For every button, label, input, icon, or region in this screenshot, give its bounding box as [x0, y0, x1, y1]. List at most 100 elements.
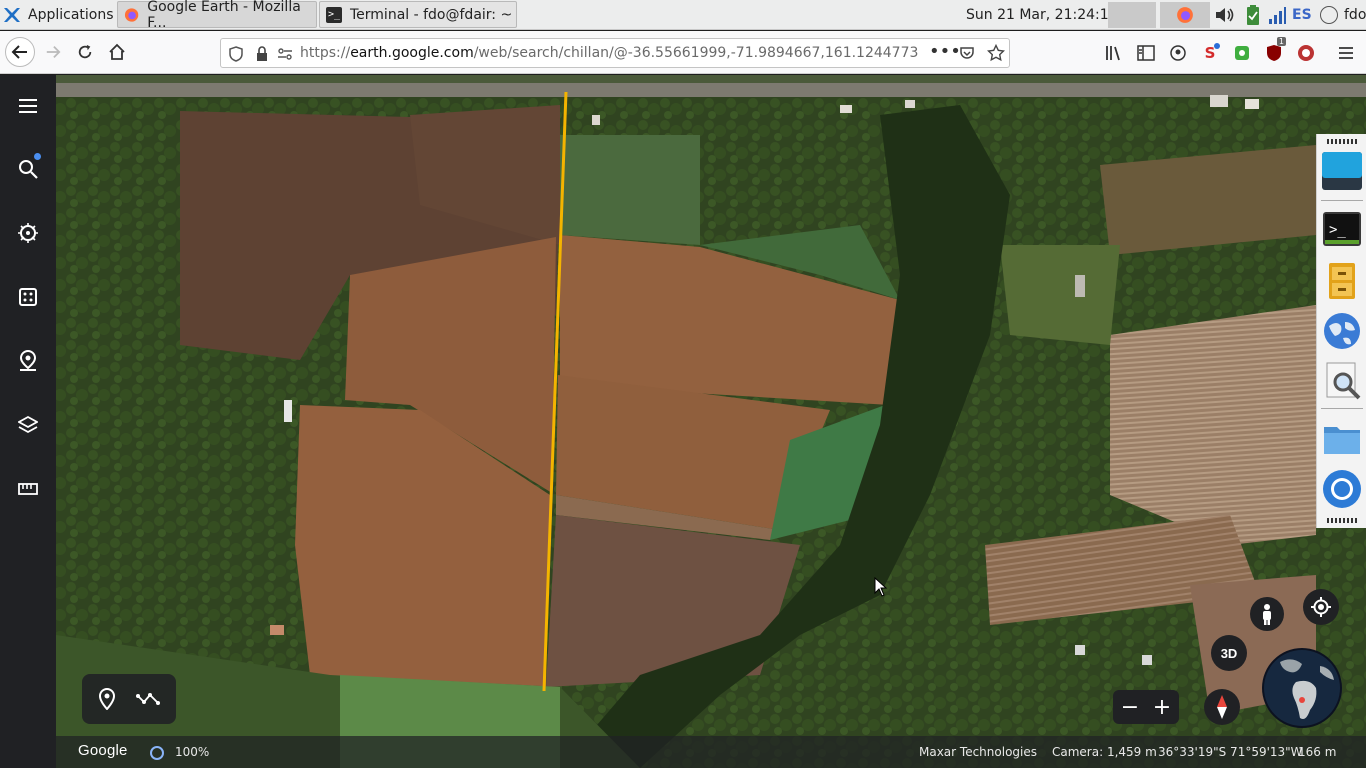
- dock-file-cabinet[interactable]: [1321, 260, 1363, 302]
- map-style-icon: [18, 415, 38, 434]
- mouse-cursor-icon: [874, 577, 888, 597]
- volume-icon[interactable]: [1214, 4, 1236, 26]
- dock-folder[interactable]: [1321, 418, 1363, 460]
- projects-button[interactable]: [12, 345, 44, 377]
- battery-icon[interactable]: [1242, 4, 1264, 26]
- add-path-button[interactable]: [136, 687, 160, 711]
- keyboard-layout[interactable]: ES: [1292, 0, 1312, 30]
- home-button[interactable]: [102, 37, 132, 67]
- menu-icon: [19, 99, 37, 113]
- terminal-icon: >_: [326, 6, 342, 23]
- extension-s-icon[interactable]: S: [1200, 43, 1220, 63]
- xfce-logo-icon: [4, 8, 20, 22]
- extension-globe-icon[interactable]: [1296, 43, 1316, 63]
- clock-highlight: [1108, 2, 1156, 28]
- user-icon: [1320, 6, 1338, 24]
- signal-icon[interactable]: [1266, 4, 1288, 26]
- applications-label: Applications: [28, 7, 114, 23]
- globe-minimap[interactable]: [1262, 648, 1342, 728]
- dock-terminal[interactable]: >_: [1321, 208, 1363, 250]
- reload-button[interactable]: [70, 37, 100, 67]
- measure-button[interactable]: [12, 473, 44, 505]
- chromium-icon: [1323, 470, 1361, 508]
- cursor-coordinates: 36°33'19"S 71°59'13"W: [1158, 745, 1303, 759]
- my-location-button[interactable]: [1303, 589, 1339, 625]
- user-name: fdo: [1344, 7, 1366, 23]
- satellite-imagery[interactable]: [0, 75, 1366, 768]
- earth-sidebar: [0, 75, 56, 768]
- desktop-dock: >_: [1316, 134, 1366, 528]
- projects-icon: [19, 350, 37, 371]
- page-actions-button[interactable]: •••: [929, 41, 961, 62]
- menu-button[interactable]: [12, 90, 44, 122]
- zoom-controls: − +: [1113, 690, 1179, 724]
- measure-icon: [18, 483, 38, 495]
- pegman-icon: [1250, 597, 1284, 631]
- feeling-lucky-icon: [19, 288, 37, 306]
- map-style-button[interactable]: [12, 409, 44, 441]
- add-placemark-button[interactable]: [95, 687, 119, 711]
- url-bar[interactable]: https://earth.google.com/web/search/chil…: [220, 38, 1010, 68]
- firefox-icon: [124, 7, 139, 22]
- account-icon[interactable]: [1168, 43, 1188, 63]
- back-button[interactable]: [5, 37, 35, 67]
- browser-toolbar: https://earth.google.com/web/search/chil…: [0, 31, 1366, 74]
- file-cabinet-icon: [1329, 263, 1355, 299]
- os-taskbar: Applications : Google Earth - Mozilla F.…: [0, 0, 1366, 31]
- applications-menu[interactable]: Applications :: [2, 0, 121, 30]
- url-text[interactable]: https://earth.google.com/web/search/chil…: [300, 45, 930, 61]
- compass-icon: [1217, 695, 1227, 719]
- zoom-in-button[interactable]: +: [1147, 692, 1177, 722]
- firefox-icon: [1177, 7, 1193, 23]
- google-logo: Google: [78, 742, 128, 759]
- svg-text:>_: >_: [1329, 222, 1346, 238]
- bookmark-star-icon[interactable]: [987, 44, 1005, 62]
- scale-indicator[interactable]: 166 m: [1298, 745, 1336, 759]
- home-icon: [109, 43, 125, 60]
- feeling-lucky-button[interactable]: [12, 281, 44, 313]
- earth-viewport[interactable]: 3D − + Google 100% Maxar Technologies Ca…: [0, 75, 1366, 768]
- taskbar-window-firefox[interactable]: Google Earth - Mozilla F...: [117, 0, 317, 31]
- loading-percent: 100%: [175, 745, 210, 759]
- dock-chromium[interactable]: [1321, 468, 1363, 510]
- sidebar-icon[interactable]: [1136, 43, 1156, 63]
- tracking-shield-icon[interactable]: [229, 46, 243, 62]
- toggle-3d-button[interactable]: 3D: [1211, 635, 1247, 671]
- library-icon[interactable]: [1104, 43, 1124, 63]
- arrow-left-icon: [11, 45, 27, 59]
- pocket-icon[interactable]: [959, 45, 975, 61]
- lock-icon[interactable]: [255, 46, 269, 62]
- drawing-tools: [82, 674, 176, 724]
- dock-grip-top[interactable]: [1327, 139, 1357, 144]
- tray-firefox[interactable]: [1160, 2, 1210, 28]
- user-menu[interactable]: fdo: [1320, 0, 1366, 30]
- window-title: Terminal - fdo@fdair: ~: [350, 6, 513, 23]
- compass-button[interactable]: [1204, 689, 1240, 725]
- globe-icon: [1264, 650, 1340, 726]
- street-view-button[interactable]: [1249, 596, 1285, 632]
- voyager-icon: [18, 223, 38, 243]
- dock-show-desktop[interactable]: [1321, 150, 1363, 192]
- notification-dot: [34, 153, 41, 160]
- extension-puzzle-icon[interactable]: [1232, 43, 1252, 63]
- dock-separator: [1321, 408, 1363, 409]
- loading-indicator-icon: [150, 746, 164, 760]
- taskbar-window-terminal[interactable]: >_ Terminal - fdo@fdair: ~: [319, 1, 517, 28]
- web-browser-icon: [1324, 313, 1360, 349]
- clock[interactable]: Sun 21 Mar, 21:24:11: [966, 0, 1118, 30]
- voyager-button[interactable]: [12, 217, 44, 249]
- zoom-out-button[interactable]: −: [1115, 692, 1145, 722]
- terminal-icon: >_: [1323, 212, 1361, 246]
- imagery-attribution[interactable]: Maxar Technologies: [919, 745, 1037, 759]
- crosshair-icon: [1311, 597, 1331, 617]
- search-icon: [1326, 362, 1361, 400]
- ublock-icon[interactable]: 1: [1264, 37, 1286, 63]
- dock-web-browser[interactable]: [1321, 310, 1363, 352]
- camera-altitude: Camera: 1,459 m: [1052, 745, 1157, 759]
- forward-button[interactable]: [38, 37, 68, 67]
- permissions-icon[interactable]: [277, 46, 293, 62]
- dock-grip-bottom[interactable]: [1327, 518, 1357, 523]
- folder-icon: [1324, 427, 1360, 454]
- dock-search[interactable]: [1321, 360, 1363, 402]
- hamburger-menu-icon[interactable]: [1336, 43, 1356, 63]
